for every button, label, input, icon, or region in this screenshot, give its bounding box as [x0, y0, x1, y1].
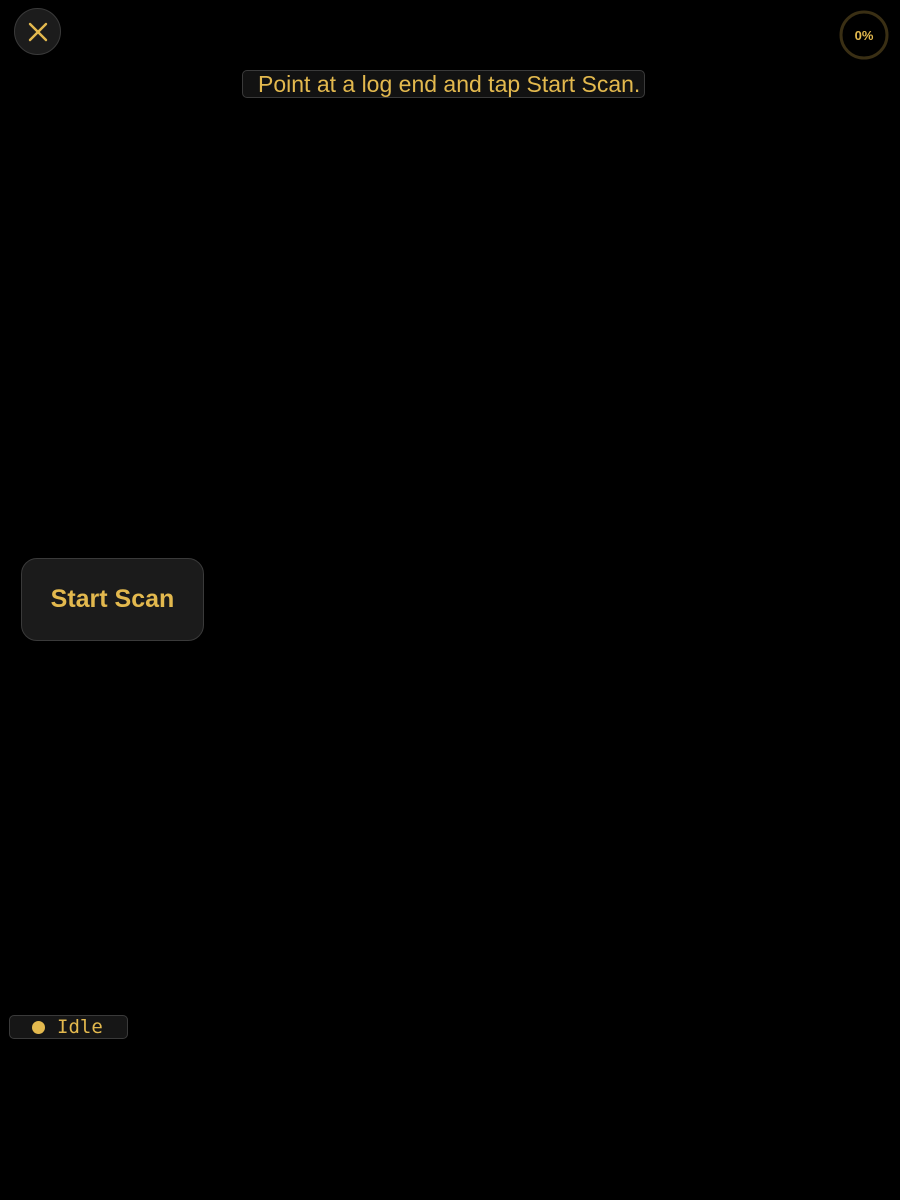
- status-dot-icon: [32, 1020, 45, 1034]
- scan-instruction-hint: Point at a log end and tap Start Scan.: [242, 70, 646, 98]
- progress-percent: 0%: [854, 27, 874, 43]
- start-scan-label: Start Scan: [50, 585, 175, 613]
- status-text: Idle: [57, 1016, 103, 1038]
- scan-progress-ring: 0%: [839, 10, 889, 60]
- start-scan-button[interactable]: Start Scan: [21, 558, 204, 641]
- hint-text: Point at a log end and tap Start Scan.: [258, 70, 641, 97]
- close-button[interactable]: [14, 8, 61, 55]
- status-badge: Idle: [9, 1015, 128, 1039]
- close-icon: [28, 22, 48, 42]
